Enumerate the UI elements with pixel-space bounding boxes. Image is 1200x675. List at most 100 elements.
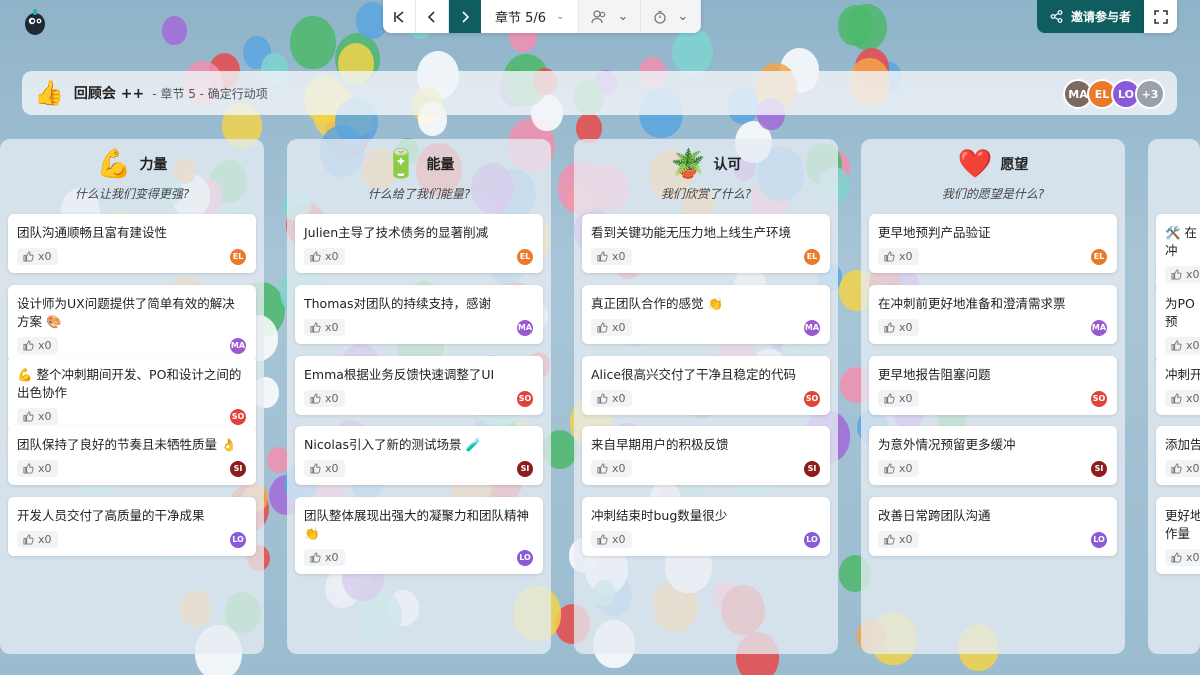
retro-card[interactable]: Alice很高兴交付了干净且稳定的代码 x0 SO — [582, 356, 830, 415]
like-button[interactable]: x0 — [878, 531, 919, 548]
retro-card[interactable]: Julien主导了技术债务的显著削减 x0 EL — [295, 214, 543, 273]
retro-card[interactable]: 团队沟通顺畅且富有建设性 x0 EL — [8, 214, 256, 273]
author-avatar[interactable]: SO — [1091, 390, 1107, 407]
like-button[interactable]: x0 — [17, 248, 58, 265]
like-button[interactable]: x0 — [591, 319, 632, 336]
retro-card[interactable]: 为意外情况预留更多缓冲 x0 SI — [869, 426, 1117, 485]
retro-card[interactable]: 💪 整个冲刺期间开发、PO和设计之间的出色协作 x0 SO — [8, 356, 256, 433]
like-button[interactable]: x0 — [304, 390, 345, 407]
like-button[interactable]: x0 — [878, 390, 919, 407]
author-avatar[interactable]: LO — [1091, 531, 1107, 548]
author-avatar[interactable]: EL — [804, 248, 820, 265]
like-button[interactable]: x0 — [17, 408, 58, 425]
column-question: 什么让我们变得更强? — [74, 187, 190, 201]
balloon — [161, 15, 187, 45]
author-avatar[interactable]: EL — [517, 248, 533, 265]
retro-card[interactable]: Nicolas引入了新的测试场景 🧪 x0 SI — [295, 426, 543, 485]
like-count: x0 — [899, 392, 913, 405]
retro-card[interactable]: 在冲刺前更好地准备和澄清需求票 x0 MA — [869, 285, 1117, 344]
like-button[interactable]: x0 — [1165, 460, 1200, 477]
like-button[interactable]: x0 — [17, 337, 58, 354]
like-button[interactable]: x0 — [304, 319, 345, 336]
like-button[interactable]: x0 — [304, 248, 345, 265]
like-button[interactable]: x0 — [17, 531, 58, 548]
author-avatar[interactable]: SI — [1091, 460, 1107, 477]
like-button[interactable]: x0 — [878, 460, 919, 477]
author-avatar[interactable]: MA — [1091, 319, 1107, 336]
timer-dropdown[interactable]: ⌄ — [641, 0, 702, 33]
column-header — [1148, 139, 1200, 207]
fullscreen-button[interactable] — [1144, 0, 1177, 33]
like-button[interactable]: x0 — [1165, 390, 1200, 407]
next-chapter-button[interactable] — [449, 0, 481, 33]
chapter-selector[interactable]: 章节 5/6 ⌄ — [481, 0, 580, 33]
like-button[interactable]: x0 — [878, 319, 919, 336]
like-button[interactable]: x0 — [591, 248, 632, 265]
retro-card[interactable]: 添加告 x0 — [1156, 426, 1200, 485]
author-avatar[interactable]: LO — [230, 531, 246, 548]
thumbs-up-icon — [597, 251, 608, 262]
author-avatar[interactable]: MA — [517, 319, 533, 336]
retro-card[interactable]: 团队整体展现出强大的凝聚力和团队精神 👏 x0 LO — [295, 497, 543, 574]
card-text: 💪 整个冲刺期间开发、PO和设计之间的出色协作 — [17, 367, 242, 400]
card-footer: x0 EL — [17, 248, 246, 265]
like-button[interactable]: x0 — [1165, 266, 1200, 283]
retro-card[interactable]: 真正团队合作的感觉 👏 x0 MA — [582, 285, 830, 344]
retro-card[interactable]: 冲刺结束时bug数量很少 x0 LO — [582, 497, 830, 556]
like-button[interactable]: x0 — [304, 460, 345, 477]
app-logo-icon[interactable] — [22, 8, 48, 36]
card-text: 添加告 — [1165, 437, 1200, 452]
first-chapter-button[interactable] — [383, 0, 416, 33]
column-title-row: 🪴 认可 — [574, 147, 838, 181]
author-avatar[interactable]: SI — [517, 460, 533, 477]
like-count: x0 — [612, 321, 626, 334]
like-button[interactable]: x0 — [591, 390, 632, 407]
participant-avatar[interactable]: +3 — [1135, 79, 1165, 109]
retro-card[interactable]: 团队保持了良好的节奏且未牺牲质量 👌 x0 SI — [8, 426, 256, 485]
retro-card[interactable]: 改善日常跨团队沟通 x0 LO — [869, 497, 1117, 556]
author-avatar[interactable]: EL — [230, 248, 246, 265]
like-button[interactable]: x0 — [1165, 549, 1200, 566]
author-avatar[interactable]: SI — [230, 460, 246, 477]
author-avatar[interactable]: LO — [517, 549, 533, 566]
retro-card[interactable]: 设计师为UX问题提供了简单有效的解决方案 🎨 x0 MA — [8, 285, 256, 362]
retro-card[interactable]: Thomas对团队的持续支持，感谢 x0 MA — [295, 285, 543, 344]
like-button[interactable]: x0 — [878, 248, 919, 265]
users-icon — [591, 9, 606, 23]
participants-dropdown[interactable]: ⌄ — [579, 0, 642, 33]
thumbs-up-icon — [23, 463, 34, 474]
like-count: x0 — [899, 533, 913, 546]
like-button[interactable]: x0 — [591, 460, 632, 477]
retro-card[interactable]: 来自早期用户的积极反馈 x0 SI — [582, 426, 830, 485]
like-count: x0 — [38, 339, 52, 352]
author-avatar[interactable]: SO — [517, 390, 533, 407]
retro-card[interactable]: 看到关键功能无压力地上线生产环境 x0 EL — [582, 214, 830, 273]
like-button[interactable]: x0 — [1165, 337, 1200, 354]
like-button[interactable]: x0 — [304, 549, 345, 566]
author-avatar[interactable]: SO — [230, 408, 246, 425]
retro-card[interactable]: 更早地预判产品验证 x0 EL — [869, 214, 1117, 273]
participant-avatars[interactable]: MA EL LO +3 — [1063, 79, 1165, 109]
previous-chapter-button[interactable] — [416, 0, 449, 33]
retro-card[interactable]: 开发人员交付了高质量的干净成果 x0 LO — [8, 497, 256, 556]
retro-card[interactable]: 冲刺开 x0 — [1156, 356, 1200, 415]
card-text: Julien主导了技术债务的显著削减 — [304, 225, 489, 240]
stopwatch-icon — [654, 10, 667, 24]
author-avatar[interactable]: MA — [230, 337, 246, 354]
retro-card[interactable]: 更早地报告阻塞问题 x0 SO — [869, 356, 1117, 415]
author-avatar[interactable]: SI — [804, 460, 820, 477]
author-avatar[interactable]: SO — [804, 390, 820, 407]
author-avatar[interactable]: EL — [1091, 248, 1107, 265]
author-avatar[interactable]: MA — [804, 319, 820, 336]
thumbs-up-icon — [884, 251, 895, 262]
like-button[interactable]: x0 — [591, 531, 632, 548]
retro-card[interactable]: 为PO预 x0 — [1156, 285, 1200, 362]
invite-participants-button[interactable]: 邀请参与者 — [1037, 0, 1144, 33]
author-avatar[interactable]: LO — [804, 531, 820, 548]
retro-card[interactable]: 更好地作量 x0 — [1156, 497, 1200, 574]
chapter-label: 章节 5/6 — [495, 11, 547, 26]
retro-card[interactable]: Emma根据业务反馈快速调整了UI x0 SO — [295, 356, 543, 415]
like-button[interactable]: x0 — [17, 460, 58, 477]
retro-card[interactable]: 🛠️ 在冲 x0 — [1156, 214, 1200, 291]
column-header: 💪 力量 什么让我们变得更强? — [0, 139, 264, 207]
